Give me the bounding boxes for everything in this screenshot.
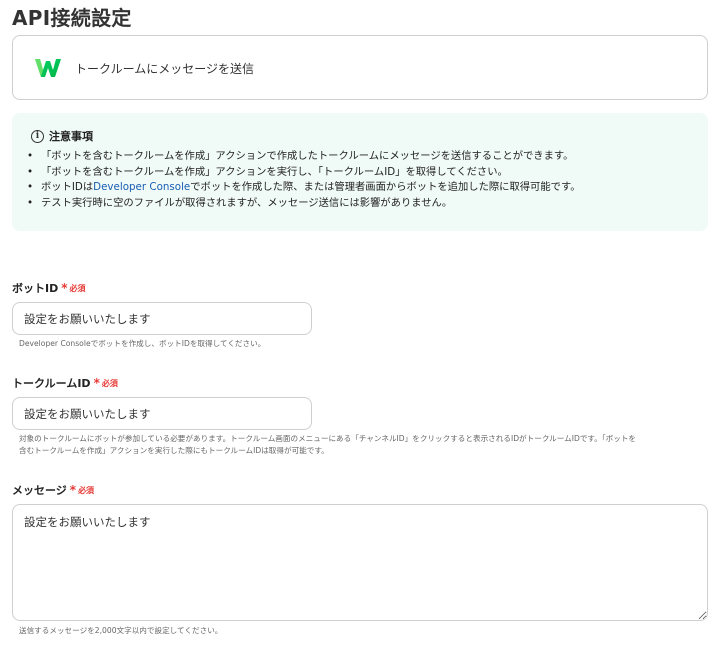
- notice-box: i 注意事項 「ボットを含むトークルームを作成」アクションで作成したトークルーム…: [12, 113, 708, 231]
- notice-item: 「ボットを含むトークルームを作成」アクションを実行し、「トークルームID」を取得…: [26, 165, 581, 181]
- bot-id-input[interactable]: [12, 302, 312, 335]
- bot-id-help: Developer Consoleでボットを作成し、ボットIDを取得してください…: [19, 339, 266, 348]
- action-card[interactable]: トークルームにメッセージを送信: [12, 35, 708, 100]
- message-help: 送信するメッセージを2,000文字以内で設定してください。: [19, 626, 223, 635]
- talkroom-id-help: 対象のトークルームにボットが参加している必要があります。トークルーム画面のメニュ…: [19, 433, 636, 457]
- talkroom-id-input[interactable]: [12, 397, 312, 430]
- required-mark: *: [93, 376, 100, 390]
- bot-id-label: ボットID * 必須: [12, 280, 86, 296]
- message-label: メッセージ * 必須: [12, 482, 94, 498]
- bot-id-label-text: ボットID: [12, 282, 59, 295]
- notice-item-text: でボットを作成した際、または管理者画面からボットを追加した際に取得可能です。: [190, 181, 581, 193]
- message-textarea[interactable]: [12, 504, 708, 621]
- developer-console-link[interactable]: Developer Console: [93, 181, 190, 193]
- talkroom-id-help-line: 含むトークルームを作成」アクションを実行した際にもトークルームIDは取得が可能で…: [19, 446, 329, 455]
- required-badge: 必須: [101, 378, 118, 388]
- talkroom-id-label-text: トークルームID: [12, 377, 91, 390]
- required-badge: 必須: [69, 283, 86, 293]
- required-badge: 必須: [78, 485, 95, 495]
- notice-heading: i 注意事項: [31, 128, 93, 144]
- talkroom-id-label: トークルームID * 必須: [12, 375, 118, 391]
- notice-item: ボットIDはDeveloper Consoleでボットを作成した際、または管理者…: [26, 180, 581, 196]
- talkroom-id-help-line: 対象のトークルームにボットが参加している必要があります。トークルーム画面のメニュ…: [19, 434, 637, 443]
- required-mark: *: [61, 281, 68, 295]
- message-label-text: メッセージ: [12, 484, 67, 497]
- info-icon: i: [31, 129, 44, 143]
- action-label: トークルームにメッセージを送信: [75, 62, 255, 76]
- notice-list: 「ボットを含むトークルームを作成」アクションで作成したトークルームにメッセージを…: [26, 149, 581, 211]
- required-mark: *: [69, 483, 77, 497]
- notice-heading-text: 注意事項: [49, 130, 93, 143]
- page-title: API接続設定: [12, 6, 132, 30]
- notice-item: テスト実行時に空のファイルが取得されますが、メッセージ送信には影響がありません。: [26, 196, 581, 212]
- notice-item-text: ボットIDは: [41, 181, 94, 193]
- line-works-logo-icon: [35, 59, 61, 77]
- notice-item: 「ボットを含むトークルームを作成」アクションで作成したトークルームにメッセージを…: [26, 149, 581, 165]
